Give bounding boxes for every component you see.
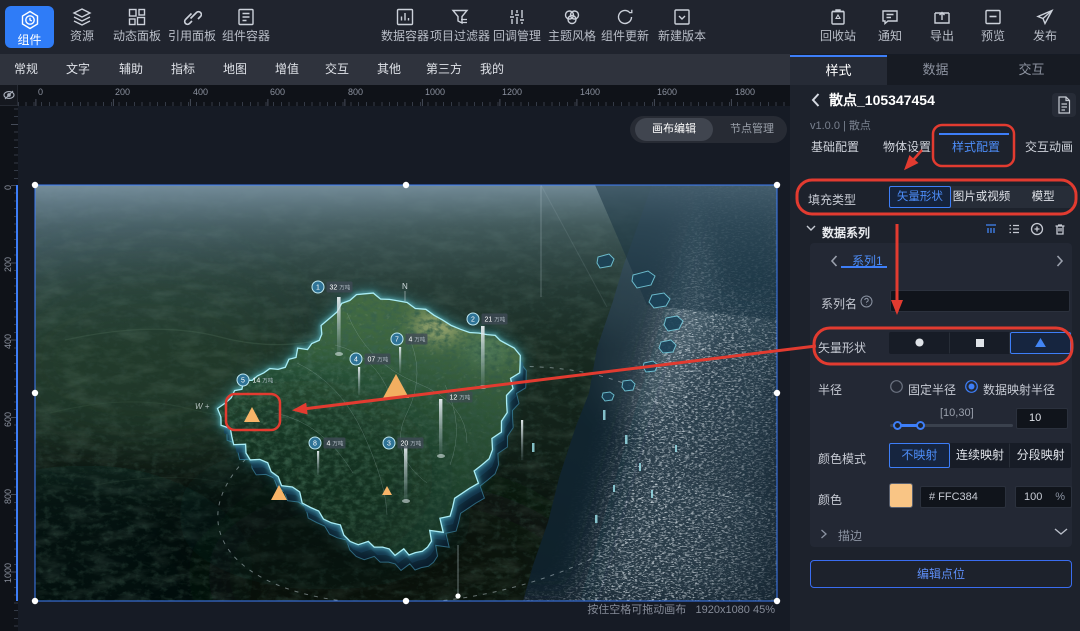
svg-text:12 万吨: 12 万吨 bbox=[450, 394, 471, 402]
svg-text:8: 8 bbox=[313, 441, 317, 448]
svg-text:4 万吨: 4 万吨 bbox=[409, 336, 426, 344]
svg-text:3: 3 bbox=[387, 441, 391, 448]
svg-text:14 万吨: 14 万吨 bbox=[253, 377, 274, 385]
svg-text:4 万吨: 4 万吨 bbox=[327, 440, 344, 448]
svg-text:21 万吨: 21 万吨 bbox=[485, 316, 506, 324]
svg-text:5: 5 bbox=[241, 378, 245, 385]
svg-text:07 万吨: 07 万吨 bbox=[368, 356, 389, 364]
svg-text:1: 1 bbox=[316, 285, 320, 292]
svg-text:20 万吨: 20 万吨 bbox=[401, 440, 422, 448]
svg-text:4: 4 bbox=[354, 357, 358, 364]
svg-text:W +: W + bbox=[195, 402, 210, 411]
svg-text:2: 2 bbox=[471, 317, 475, 324]
svg-text:32 万吨: 32 万吨 bbox=[330, 284, 351, 292]
svg-text:N: N bbox=[402, 282, 408, 291]
svg-text:7: 7 bbox=[395, 337, 399, 344]
